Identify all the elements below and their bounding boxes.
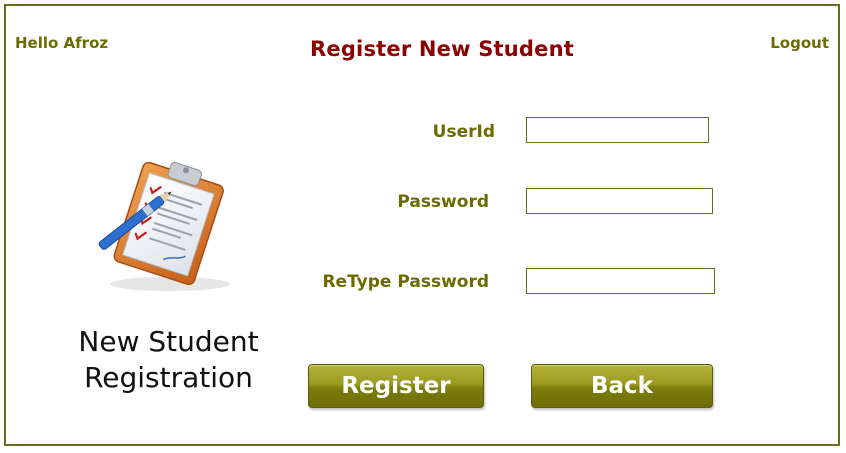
back-button[interactable]: Back [531, 364, 713, 408]
greeting-text: Hello Afroz [15, 34, 109, 52]
logout-link[interactable]: Logout [770, 34, 829, 52]
retype-password-label: ReType Password [322, 272, 489, 292]
page-title: Register New Student [310, 37, 574, 61]
caption-line-2: Registration [84, 361, 253, 394]
registration-panel: Hello Afroz Register New Student Logout [4, 4, 840, 446]
password-input[interactable] [526, 188, 713, 214]
register-button[interactable]: Register [308, 364, 484, 408]
registration-caption: New Student Registration [46, 324, 291, 396]
retype-password-input[interactable] [526, 268, 715, 294]
clipboard-checklist-icon [98, 161, 230, 291]
caption-line-1: New Student [78, 325, 259, 358]
password-label: Password [397, 192, 489, 212]
userid-label: UserId [432, 122, 495, 142]
userid-input[interactable] [526, 117, 709, 143]
